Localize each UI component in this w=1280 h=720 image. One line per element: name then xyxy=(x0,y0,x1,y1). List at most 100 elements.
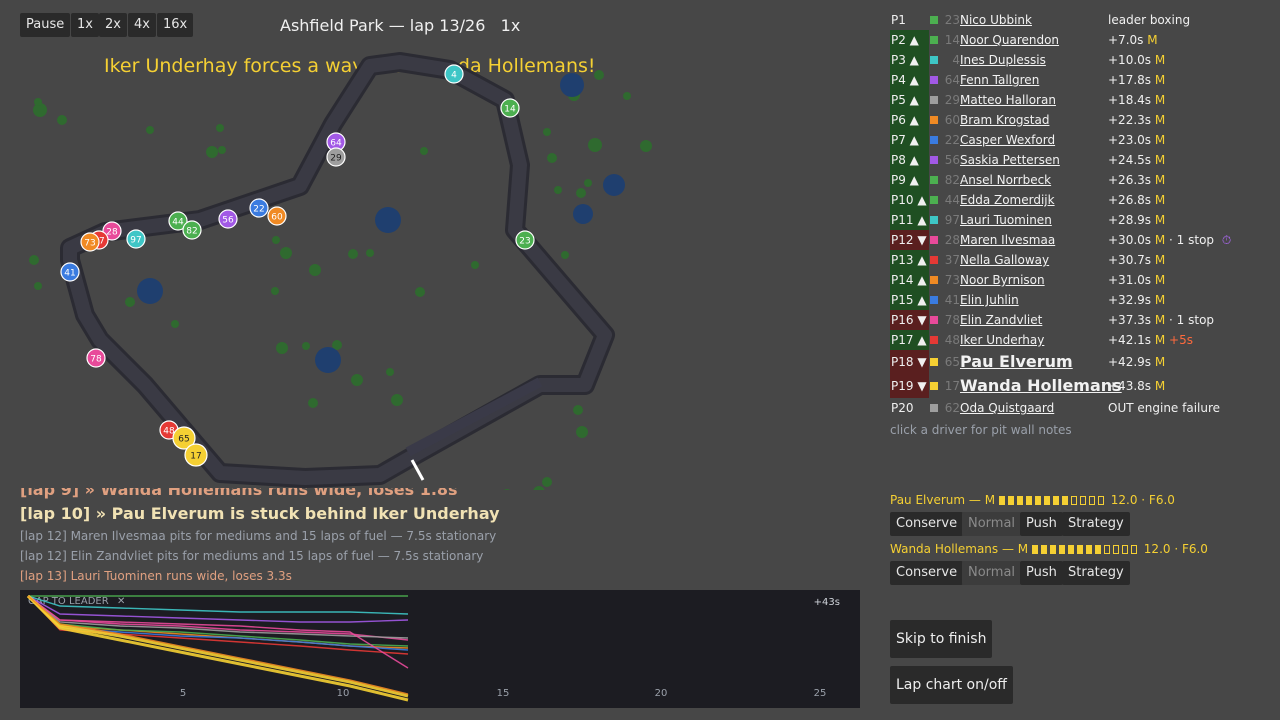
skip-to-finish-button[interactable]: Skip to finish xyxy=(890,620,993,658)
driver-name[interactable]: Elin Juhlin xyxy=(960,290,1019,310)
speed-16x-button[interactable]: 16x xyxy=(157,13,194,37)
lap-chart-close-icon[interactable]: ✕ xyxy=(117,596,125,607)
car-number: 17 xyxy=(190,452,201,462)
driver-name[interactable]: Pau Elverum xyxy=(960,350,1073,374)
driver-name[interactable]: Noor Quarendon xyxy=(960,30,1059,50)
driver-name[interactable]: Ansel Norrbeck xyxy=(960,170,1051,190)
standings-row[interactable]: P12 ▼ 28 Maren Ilvesmaa +30.0s M · 1 stop ⏱ xyxy=(890,230,1270,250)
car-number: 37 xyxy=(944,253,960,267)
standings-row[interactable]: P7 ▲ 22 Casper Wexford +23.0s M xyxy=(890,130,1270,150)
standings-row[interactable]: P8 ▲ 56 Saskia Pettersen +24.5s M xyxy=(890,150,1270,170)
car-marker[interactable]: 56 xyxy=(218,209,238,229)
mode-strategy-button[interactable]: Strategy xyxy=(1062,561,1130,585)
driver-name[interactable]: Noor Byrnison xyxy=(960,270,1045,290)
driver-name[interactable]: Wanda Hollemans xyxy=(960,374,1122,398)
gap-value: +10.0s xyxy=(1108,53,1152,67)
driver-name[interactable]: Nico Ubbink xyxy=(960,10,1032,30)
driver-name[interactable]: Lauri Tuominen xyxy=(960,210,1052,230)
track-centre xyxy=(63,55,612,485)
team-color-swatch xyxy=(930,156,938,164)
standings-row[interactable]: P4 ▲ 64 Fenn Tallgren +17.8s M xyxy=(890,70,1270,90)
standings-row[interactable]: P6 ▲ 60 Bram Krogstad +22.3s M xyxy=(890,110,1270,130)
tyre-wear-bar xyxy=(1049,545,1056,554)
driver-status-line: Wanda Hollemans — M 12.0 · F6.0 xyxy=(890,542,1208,556)
standings-row[interactable]: P1 23 Nico Ubbink leader boxing xyxy=(890,10,1270,30)
gap-value: +18.4s xyxy=(1108,93,1152,107)
standings-row[interactable]: P20 62 Oda Quistgaard OUT engine failure xyxy=(890,398,1270,418)
speed-4x-button[interactable]: 4x xyxy=(128,13,156,37)
driver-name[interactable]: Saskia Pettersen xyxy=(960,150,1060,170)
driver-name[interactable]: Maren Ilvesmaa xyxy=(960,230,1055,250)
car-marker[interactable]: 73 xyxy=(80,232,100,252)
lap-chart-ticks: 5 10 15 20 25 xyxy=(180,688,827,699)
standings-row[interactable]: P15 ▲ 41 Elin Juhlin +32.9s M xyxy=(890,290,1270,310)
gap-info: +37.3s M · 1 stop xyxy=(1108,310,1214,330)
tyre-wear-bar xyxy=(1130,545,1137,554)
driver-name[interactable]: Nella Galloway xyxy=(960,250,1049,270)
driver-name[interactable]: Fenn Tallgren xyxy=(960,70,1039,90)
gap-value: +42.9s xyxy=(1108,355,1152,369)
gap-info: +31.0s M xyxy=(1108,270,1165,290)
driver-name[interactable]: Edda Zomerdijk xyxy=(960,190,1055,210)
car-marker[interactable]: 14 xyxy=(500,98,520,118)
mode-conserve-button[interactable]: Conserve xyxy=(890,512,964,536)
speed-1x-button[interactable]: 1x xyxy=(71,13,99,37)
car-marker[interactable]: 60 xyxy=(267,206,287,226)
tyre-wear-bar xyxy=(1031,545,1038,554)
standings-row[interactable]: P13 ▲ 37 Nella Galloway +30.7s M xyxy=(890,250,1270,270)
driver-name[interactable]: Matteo Halloran xyxy=(960,90,1056,110)
gap-info: +26.8s M xyxy=(1108,190,1165,210)
standings-row[interactable]: P14 ▲ 73 Noor Byrnison +31.0s M xyxy=(890,270,1270,290)
driver-name[interactable]: Elin Zandvliet xyxy=(960,310,1042,330)
race-title: Ashfield Park — lap 13/26 1x xyxy=(280,16,521,35)
car-number: 78 xyxy=(944,313,960,327)
standings-row[interactable]: P10 ▲ 44 Edda Zomerdijk +26.8s M xyxy=(890,190,1270,210)
mode-push-button[interactable]: Push xyxy=(1020,512,1063,536)
position-label: P9 ▲ xyxy=(890,170,929,190)
tyre-compound: M xyxy=(1154,173,1166,187)
standings-row[interactable]: P17 ▲ 48 Iker Underhay +42.1s M +5s xyxy=(890,330,1270,350)
driver-name[interactable]: Ines Duplessis xyxy=(960,50,1046,70)
car-marker[interactable]: 97 xyxy=(126,229,146,249)
car-marker[interactable]: 78 xyxy=(86,348,106,368)
car-marker[interactable]: 4 xyxy=(444,64,464,84)
pit-wall-hint: click a driver for pit wall notes xyxy=(890,423,1072,437)
mode-push-button[interactable]: Push xyxy=(1020,561,1063,585)
gap-info: +32.9s M xyxy=(1108,290,1165,310)
tyre-wear-bar xyxy=(1076,545,1083,554)
position-label: P11 ▲ xyxy=(890,210,929,230)
standings-row[interactable]: P18 ▼ 65 Pau Elverum +42.9s M xyxy=(890,350,1270,374)
driver-name[interactable]: Iker Underhay xyxy=(960,330,1044,350)
standings-row[interactable]: P5 ▲ 29 Matteo Halloran +18.4s M xyxy=(890,90,1270,110)
mode-conserve-button[interactable]: Conserve xyxy=(890,561,964,585)
car-number: 14 xyxy=(504,105,516,115)
driver-name[interactable]: Bram Krogstad xyxy=(960,110,1049,130)
position-label: P7 ▲ xyxy=(890,130,929,150)
car-marker[interactable]: 29 xyxy=(326,147,346,167)
gap-value: +30.7s xyxy=(1108,253,1152,267)
car-marker[interactable]: 22 xyxy=(249,198,269,218)
standings-row[interactable]: P2 ▲ 14 Noor Quarendon +7.0s M xyxy=(890,30,1270,50)
standings-row[interactable]: P11 ▲ 97 Lauri Tuominen +28.9s M xyxy=(890,210,1270,230)
gap-value: +37.3s xyxy=(1108,313,1152,327)
car-marker[interactable]: 17 xyxy=(184,443,208,467)
tyre-compound: M xyxy=(1154,233,1166,247)
standings-row[interactable]: P19 ▼ 17 Wanda Hollemans +43.8s M xyxy=(890,374,1270,398)
speed-2x-button[interactable]: 2x xyxy=(99,13,127,37)
driver-name[interactable]: Casper Wexford xyxy=(960,130,1055,150)
penalty: +5s xyxy=(1169,333,1193,347)
mode-normal-button[interactable]: Normal xyxy=(962,561,1022,585)
mode-normal-button[interactable]: Normal xyxy=(962,512,1022,536)
standings-row[interactable]: P9 ▲ 82 Ansel Norrbeck +26.3s M xyxy=(890,170,1270,190)
car-marker[interactable]: 41 xyxy=(60,262,80,282)
car-marker[interactable]: 82 xyxy=(182,220,202,240)
standings-row[interactable]: P16 ▼ 78 Elin Zandvliet +37.3s M · 1 stop xyxy=(890,310,1270,330)
tyre-wear-bar xyxy=(1052,496,1059,505)
lap-chart-toggle-button[interactable]: Lap chart on/off xyxy=(890,666,1013,704)
car-number: 41 xyxy=(64,269,75,279)
pause-button[interactable]: Pause xyxy=(20,13,71,37)
mode-strategy-button[interactable]: Strategy xyxy=(1062,512,1130,536)
car-marker[interactable]: 23 xyxy=(515,230,535,250)
standings-row[interactable]: P3 ▲ 4 Ines Duplessis +10.0s M xyxy=(890,50,1270,70)
driver-name[interactable]: Oda Quistgaard xyxy=(960,398,1054,418)
